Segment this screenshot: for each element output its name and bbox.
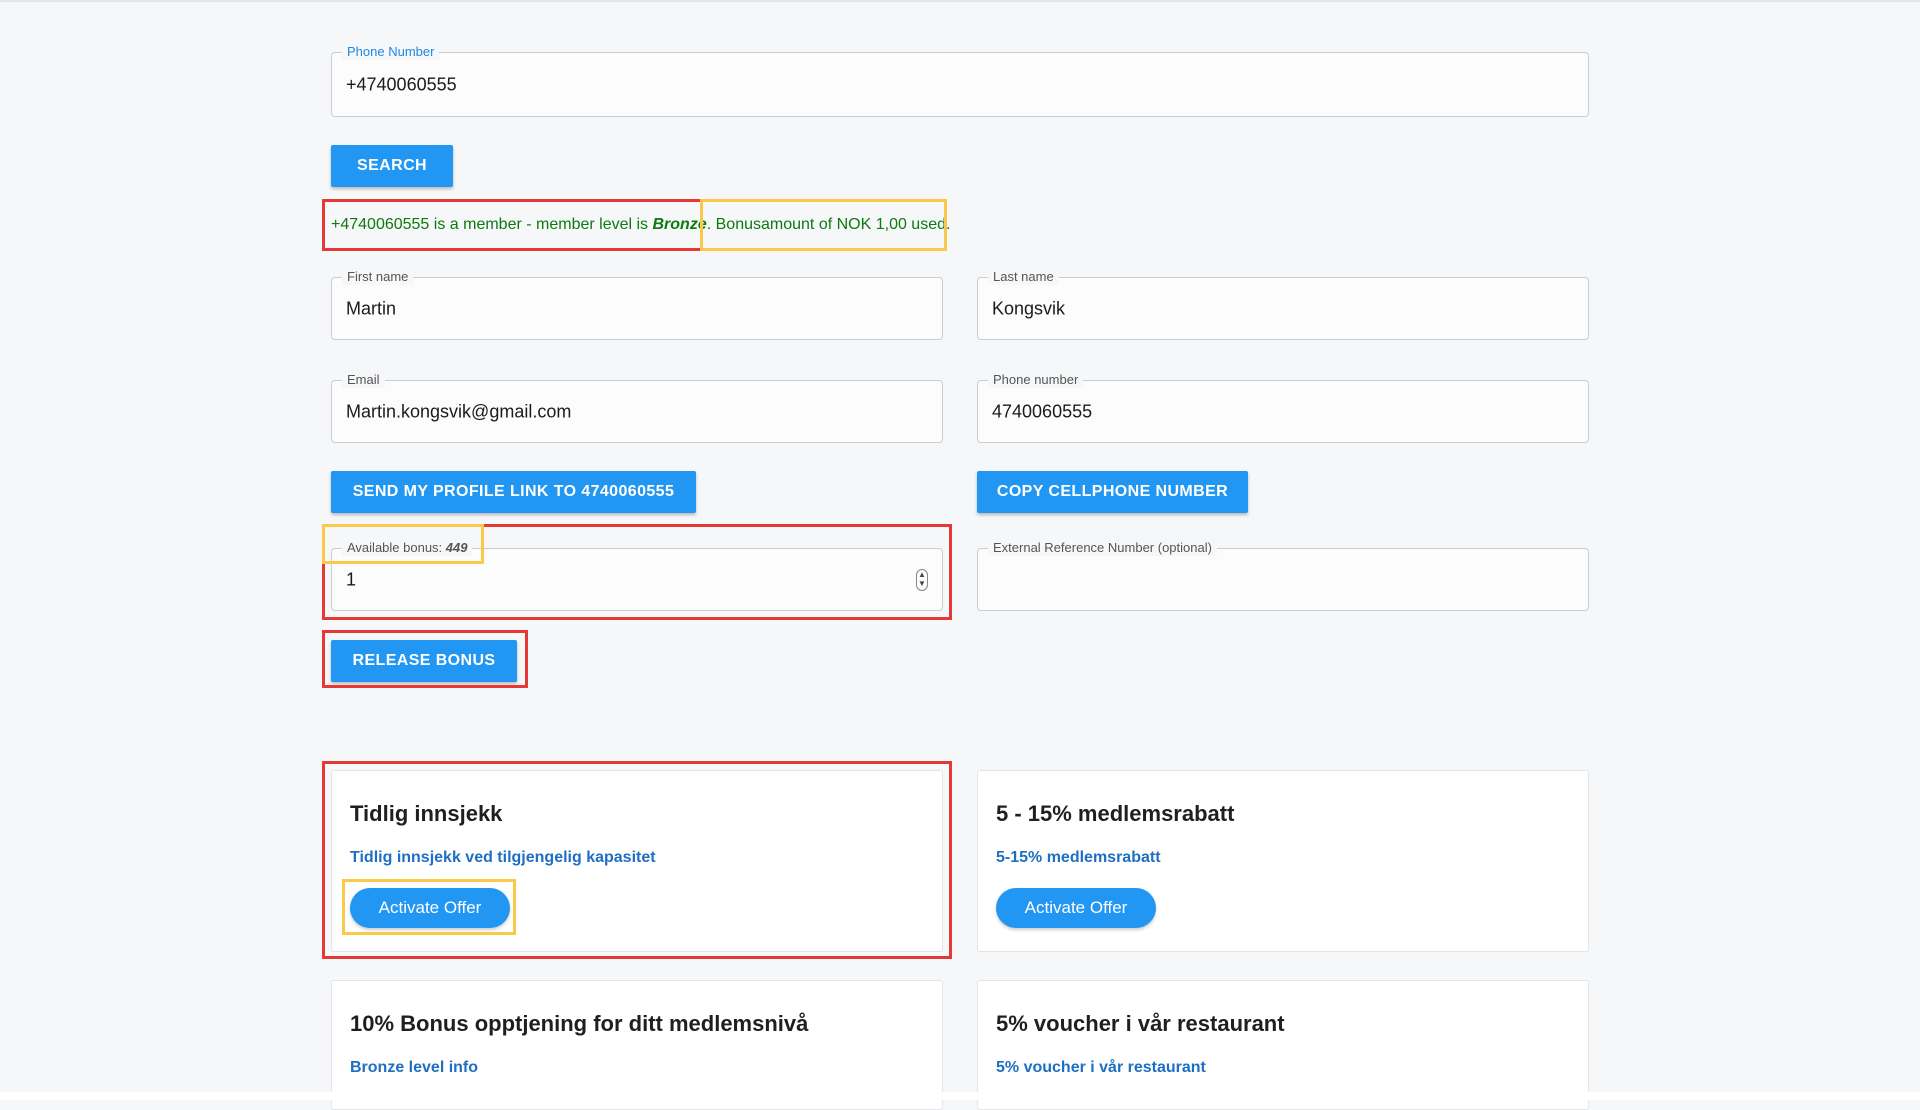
offer-card-bonus-earning: 10% Bonus opptjening for ditt medlemsniv… — [331, 980, 943, 1110]
offer-card-early-checkin: Tidlig innsjekk Tidlig innsjekk ved tilg… — [331, 770, 943, 952]
first-name-input[interactable]: Martin — [346, 298, 396, 319]
phone-search-input[interactable]: +4740060555 — [346, 74, 457, 95]
member-status-message: +4740060555 is a member - member level i… — [331, 216, 950, 234]
external-reference-label: External Reference Number (optional) — [988, 540, 1217, 556]
email-input[interactable]: Martin.kongsvik@gmail.com — [346, 401, 571, 422]
available-bonus-label: Available bonus: 449 — [342, 540, 473, 556]
top-divider — [0, 0, 1920, 2]
phone-search-field[interactable]: Phone Number +4740060555 — [331, 44, 1589, 117]
email-label: Email — [342, 372, 385, 388]
email-field[interactable]: Email Martin.kongsvik@gmail.com — [331, 372, 943, 443]
member-level: Bronze — [652, 216, 707, 233]
offer-title: 10% Bonus opptjening for ditt medlemsniv… — [350, 1011, 809, 1036]
bonus-amount-input[interactable]: 1 — [346, 569, 356, 590]
first-name-label: First name — [342, 269, 414, 285]
offer-link[interactable]: 5% voucher i vår restaurant — [996, 1059, 1206, 1077]
external-reference-field[interactable]: External Reference Number (optional) — [977, 540, 1589, 611]
phone-number-label: Phone number — [988, 372, 1084, 388]
phone-number-input[interactable]: 4740060555 — [992, 401, 1092, 422]
offer-card-member-discount: 5 - 15% medlemsrabatt 5-15% medlemsrabat… — [977, 770, 1589, 952]
bonus-amount-field[interactable]: Available bonus: 449 1 ▲ ▼ — [331, 540, 943, 611]
phone-number-field[interactable]: Phone number 4740060555 — [977, 372, 1589, 443]
last-name-input[interactable]: Kongsvik — [992, 298, 1065, 319]
stepper-arrows-icon[interactable]: ▲ ▼ — [916, 568, 928, 591]
offer-link[interactable]: Tidlig innsjekk ved tilgjengelig kapasit… — [350, 849, 656, 867]
bottom-edge — [0, 1092, 1920, 1100]
offer-card-restaurant-voucher: 5% voucher i vår restaurant 5% voucher i… — [977, 980, 1589, 1110]
offer-title: Tidlig innsjekk — [350, 801, 503, 826]
offer-link[interactable]: 5-15% medlemsrabatt — [996, 849, 1161, 867]
last-name-field[interactable]: Last name Kongsvik — [977, 269, 1589, 340]
search-button[interactable]: SEARCH — [331, 145, 453, 187]
member-status-text: +4740060555 is a member - member level i… — [331, 216, 653, 233]
activate-offer-button[interactable]: Activate Offer — [350, 888, 510, 928]
offer-title: 5% voucher i vår restaurant — [996, 1011, 1285, 1036]
first-name-field[interactable]: First name Martin — [331, 269, 943, 340]
phone-search-label: Phone Number — [342, 44, 440, 60]
available-bonus-amount: 449 — [445, 540, 468, 555]
available-bonus-text: Available bonus: — [347, 540, 446, 555]
activate-offer-button[interactable]: Activate Offer — [996, 888, 1156, 928]
send-profile-link-button[interactable]: SEND MY PROFILE LINK TO 4740060555 — [331, 471, 696, 513]
copy-cellphone-button[interactable]: COPY CELLPHONE NUMBER — [977, 471, 1248, 513]
last-name-label: Last name — [988, 269, 1059, 285]
offer-title: 5 - 15% medlemsrabatt — [996, 801, 1235, 826]
bonus-used-text: Bonusamount of NOK 1,00 used. — [711, 216, 951, 233]
offer-link[interactable]: Bronze level info — [350, 1059, 478, 1077]
release-bonus-button[interactable]: RELEASE BONUS — [331, 640, 517, 682]
